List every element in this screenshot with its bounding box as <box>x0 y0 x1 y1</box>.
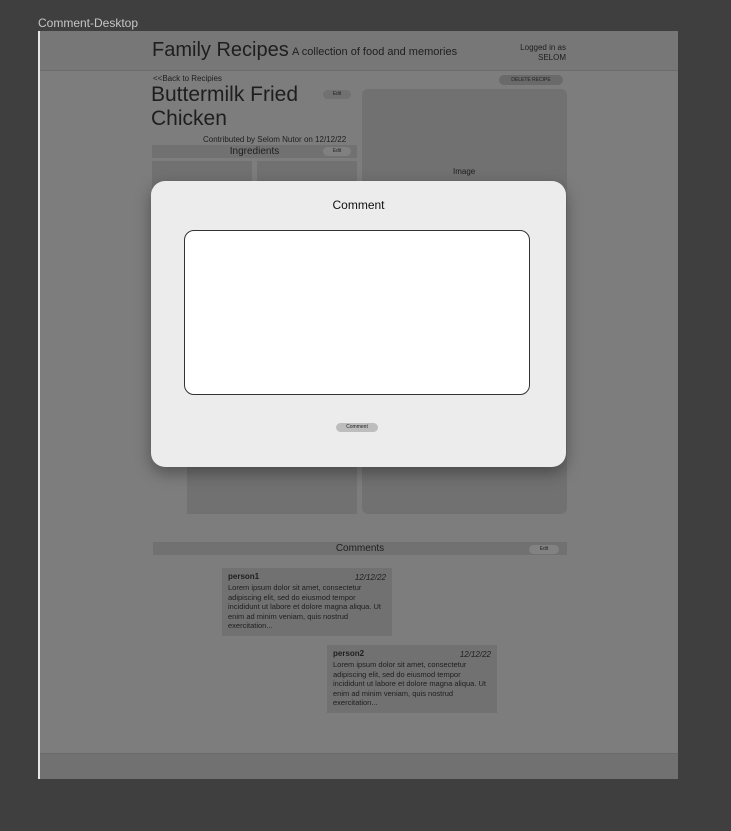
app-title[interactable]: Family Recipes <box>152 39 289 62</box>
edit-ingredients-button[interactable]: Edit <box>323 147 351 156</box>
contributor-line: Contributed by Selom Nutor on 12/12/22 <box>203 135 347 144</box>
comment-textarea[interactable] <box>184 230 530 395</box>
recipe-title: Buttermilk Fried Chicken <box>151 83 299 130</box>
image-label: Image <box>453 167 476 176</box>
edit-title-button[interactable]: Edit <box>323 90 351 99</box>
comment-text: Lorem ipsum dolor sit amet, consectetur … <box>228 583 382 630</box>
app-tagline: A collection of food and memories <box>292 46 458 58</box>
edit-comments-button[interactable]: Edit <box>529 545 559 554</box>
username: SELOM <box>537 53 566 62</box>
comments-header: Comments <box>153 542 567 555</box>
comment-modal: Comment Comment <box>151 181 566 467</box>
user-status[interactable]: Logged in as SELOM <box>520 43 566 63</box>
page-footer <box>40 753 678 779</box>
comment-author: person2 <box>333 649 365 658</box>
comment-date: 12/12/22 <box>459 650 491 659</box>
delete-recipe-button[interactable]: DELETE RECIPE <box>499 75 563 85</box>
back-to-recipes-link[interactable]: <<Back to Recipies <box>153 74 222 83</box>
submit-comment-button[interactable]: Comment <box>336 423 378 432</box>
frame-label: Comment-Desktop <box>38 16 139 30</box>
comment-date: 12/12/22 <box>354 573 386 582</box>
comment-text: Lorem ipsum dolor sit amet, consectetur … <box>333 660 487 707</box>
modal-title: Comment <box>332 198 385 212</box>
logged-in-label: Logged in as <box>520 43 566 52</box>
comments-label: Comments <box>335 543 385 554</box>
comment-card: person2 12/12/22 Lorem ipsum dolor sit a… <box>327 645 497 713</box>
comment-card: person1 12/12/22 Lorem ipsum dolor sit a… <box>222 568 392 636</box>
ingredients-label: Ingredients <box>229 146 280 157</box>
comment-author: person1 <box>228 572 260 581</box>
app-header: Family Recipes A collection of food and … <box>40 31 678 71</box>
